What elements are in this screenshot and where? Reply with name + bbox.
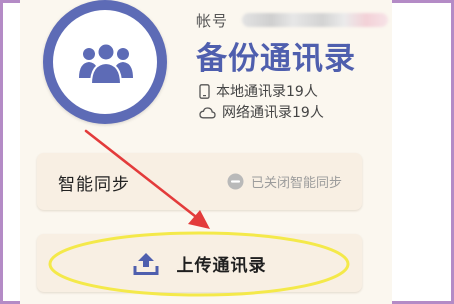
smart-sync-label: 智能同步 <box>58 175 130 195</box>
account-row: 帐号 <box>196 8 389 32</box>
minus-circle-icon <box>227 173 244 190</box>
phone-icon <box>199 83 210 99</box>
smart-sync-status: 已关闭智能同步 <box>227 172 342 191</box>
cloud-contacts-label: 网络通讯录19人 <box>222 105 324 121</box>
account-label: 帐号 <box>196 11 229 30</box>
local-contacts-label: 本地通讯录19人 <box>216 84 318 100</box>
smart-sync-status-text: 已关闭智能同步 <box>250 176 342 191</box>
cloud-icon <box>199 106 216 118</box>
smart-sync-row[interactable]: 智能同步 已关闭智能同步 <box>37 153 362 210</box>
contacts-group-icon <box>79 42 133 84</box>
upload-icon <box>133 252 158 275</box>
upload-contacts-label: 上传通讯录 <box>176 255 267 276</box>
local-contacts-count: 本地通讯录19人 <box>199 81 318 101</box>
page-title: 备份通讯录 <box>196 41 356 77</box>
account-value-redacted <box>242 13 389 27</box>
upload-contacts-button[interactable]: 上传通讯录 <box>37 234 362 292</box>
cloud-contacts-count: 网络通讯录19人 <box>199 102 324 122</box>
